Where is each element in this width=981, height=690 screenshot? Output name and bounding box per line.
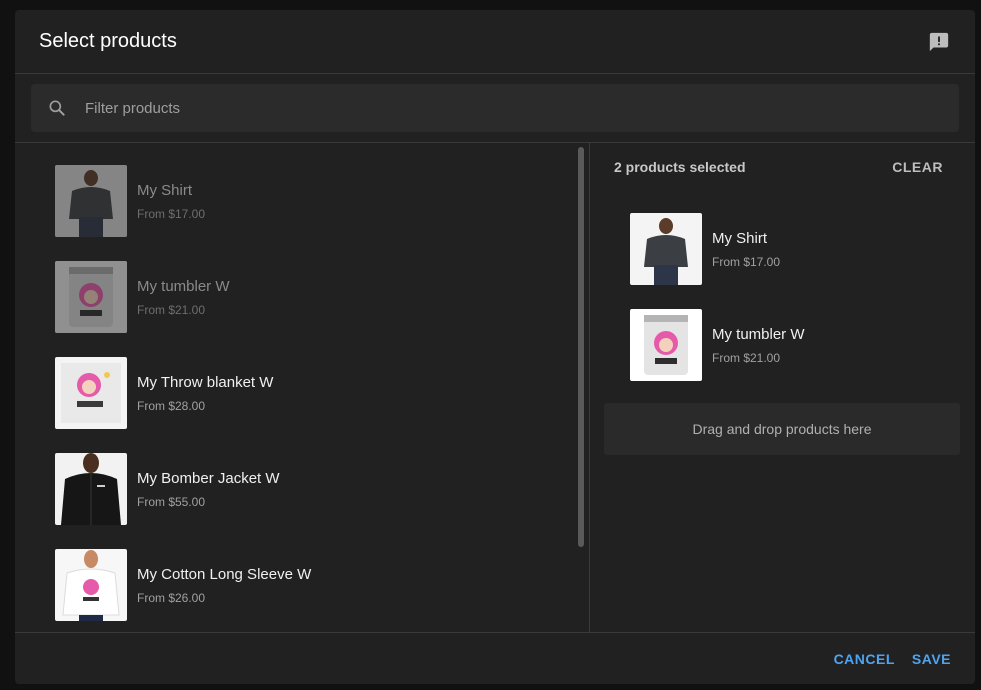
product-price: From $55.00 bbox=[137, 495, 206, 509]
product-thumbnail bbox=[630, 309, 702, 381]
search-input[interactable] bbox=[85, 99, 885, 117]
drop-zone[interactable]: Drag and drop products here bbox=[604, 403, 960, 455]
product-thumbnail bbox=[55, 165, 127, 237]
dialog-header: Select products bbox=[15, 10, 975, 74]
feedback-icon[interactable] bbox=[927, 30, 951, 54]
product-price: From $28.00 bbox=[137, 399, 206, 413]
product-thumbnail bbox=[55, 549, 127, 621]
product-price: From $17.00 bbox=[712, 255, 781, 269]
product-list-item[interactable]: My tumbler W From $21.00 bbox=[55, 261, 535, 333]
dialog-title: Select products bbox=[39, 30, 177, 52]
selected-product-item[interactable]: My tumbler W From $21.00 bbox=[630, 309, 930, 381]
selection-header: 2 products selected CLEAR bbox=[590, 143, 975, 191]
dialog-body: My Shirt From $17.00 My tumbler W From $… bbox=[15, 143, 975, 632]
product-name: My Cotton Long Sleeve W bbox=[137, 566, 312, 583]
product-name: My Shirt bbox=[137, 182, 193, 199]
product-name: My tumbler W bbox=[712, 326, 805, 343]
dialog-footer: CANCEL SAVE bbox=[15, 632, 975, 684]
save-button[interactable]: SAVE bbox=[912, 651, 951, 667]
select-products-dialog: Select products My Shirt From $17.00 bbox=[15, 10, 975, 684]
product-thumbnail bbox=[55, 261, 127, 333]
cancel-button[interactable]: CANCEL bbox=[834, 651, 895, 667]
product-list-item[interactable]: My Shirt From $17.00 bbox=[55, 165, 535, 237]
list-scrollbar[interactable] bbox=[578, 147, 584, 547]
product-price: From $17.00 bbox=[137, 207, 206, 221]
product-name: My Bomber Jacket W bbox=[137, 470, 280, 487]
product-price: From $21.00 bbox=[137, 303, 206, 317]
product-thumbnail bbox=[55, 453, 127, 525]
selected-product-item[interactable]: My Shirt From $17.00 bbox=[630, 213, 930, 285]
product-name: My Throw blanket W bbox=[137, 374, 274, 391]
search-bar bbox=[15, 74, 975, 143]
product-price: From $21.00 bbox=[712, 351, 781, 365]
product-thumbnail bbox=[55, 357, 127, 429]
search-field[interactable] bbox=[31, 84, 959, 132]
selected-count: 2 products selected bbox=[614, 159, 746, 175]
product-thumbnail bbox=[630, 213, 702, 285]
clear-button[interactable]: CLEAR bbox=[892, 159, 943, 175]
search-icon bbox=[49, 100, 65, 116]
product-name: My tumbler W bbox=[137, 278, 230, 295]
selected-products-panel: 2 products selected CLEAR My Shirt From … bbox=[590, 143, 975, 632]
product-price: From $26.00 bbox=[137, 591, 206, 605]
product-list-item[interactable]: My Cotton Long Sleeve W From $26.00 bbox=[55, 549, 535, 621]
product-name: My Shirt bbox=[712, 230, 768, 247]
product-list-item[interactable]: My Bomber Jacket W From $55.00 bbox=[55, 453, 535, 525]
product-list-item[interactable]: My Throw blanket W From $28.00 bbox=[55, 357, 535, 429]
product-list[interactable]: My Shirt From $17.00 My tumbler W From $… bbox=[15, 143, 590, 632]
